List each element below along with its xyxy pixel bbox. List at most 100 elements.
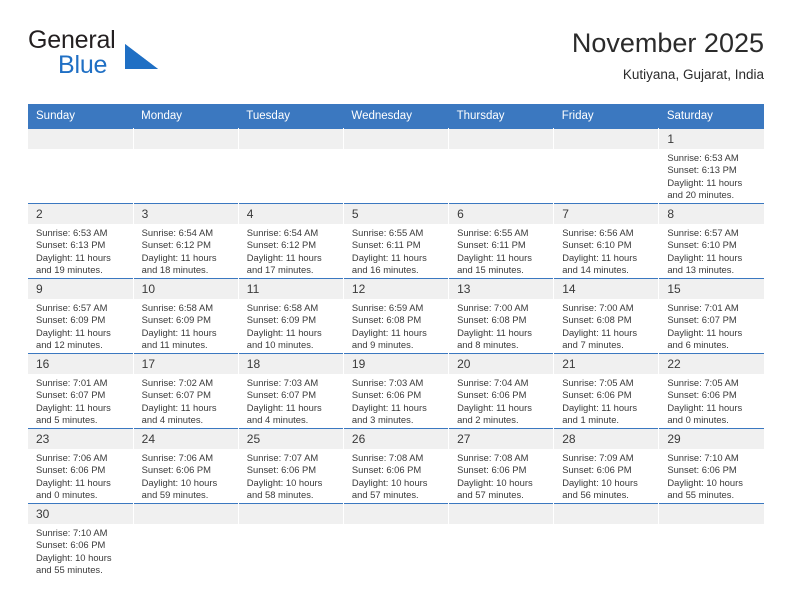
sunrise-text: Sunrise: 6:57 AM	[667, 227, 739, 238]
day-sun-info: Sunrise: 6:55 AM Sunset: 6:11 PM Daylight:…	[344, 224, 448, 276]
calendar-day-cell[interactable]: 21 Sunrise: 7:05 AM Sunset: 6:06 PM Dayligh…	[553, 353, 659, 429]
sunset-text: Sunset: 6:13 PM	[667, 164, 737, 176]
daylight-text-line2: and 57 minutes.	[351, 488, 419, 500]
daylight-text-line2: and 0 minutes.	[667, 413, 729, 425]
daylight-text-line2: and 16 minutes.	[351, 263, 419, 275]
daylight-text-line2: and 55 minutes.	[36, 563, 103, 575]
calendar-day-cell[interactable]: 16 Sunrise: 7:01 AM Sunset: 6:07 PM Dayligh…	[28, 353, 134, 429]
calendar-day-cell[interactable]: 22 Sunrise: 7:05 AM Sunset: 6:06 PM Dayligh…	[658, 353, 764, 429]
sunrise-text: Sunrise: 7:00 AM	[457, 302, 529, 313]
calendar-day-cell[interactable]: 3 Sunrise: 6:54 AM Sunset: 6:12 PM Daylight…	[132, 203, 239, 279]
calendar-day-cell-empty	[237, 503, 344, 578]
calendar-day-cell[interactable]: 30 Sunrise: 7:10 AM Sunset: 6:06 PM Dayligh…	[28, 503, 134, 578]
daylight-text-line2: and 7 minutes.	[562, 338, 624, 350]
calendar-day-cell[interactable]: 4 Sunrise: 6:54 AM Sunset: 6:12 PM Daylight…	[237, 203, 344, 279]
weekday-header-row: Sunday Monday Tuesday Wednesday Thursday…	[28, 104, 764, 129]
sunrise-text: Sunrise: 7:10 AM	[667, 452, 739, 463]
calendar-day-cell[interactable]: 26 Sunrise: 7:08 AM Sunset: 6:06 PM Dayligh…	[342, 428, 449, 504]
daylight-text-line1: Daylight: 11 hours	[562, 251, 638, 263]
calendar-day-cell[interactable]: 10 Sunrise: 6:58 AM Sunset: 6:09 PM Dayligh…	[132, 278, 239, 354]
daylight-text-line2: and 20 minutes.	[667, 188, 735, 200]
day-number: 2	[28, 204, 133, 224]
calendar-week-row: 30 Sunrise: 7:10 AM Sunset: 6:06 PM Dayligh…	[28, 503, 764, 578]
daylight-text-line1: Daylight: 10 hours	[457, 476, 533, 488]
generalblue-logo[interactable]: General Blue	[28, 26, 158, 82]
calendar-day-cell[interactable]: 2 Sunrise: 6:53 AM Sunset: 6:13 PM Daylight…	[28, 203, 134, 279]
daylight-text-line2: and 5 minutes.	[36, 413, 98, 425]
day-number: 28	[554, 429, 659, 449]
calendar-day-cell[interactable]: 29 Sunrise: 7:10 AM Sunset: 6:06 PM Dayligh…	[658, 428, 764, 504]
calendar-day-cell[interactable]: 13 Sunrise: 7:00 AM Sunset: 6:08 PM Dayligh…	[448, 278, 554, 354]
day-sun-info: Sunrise: 7:08 AM Sunset: 6:06 PM Daylight:…	[449, 449, 553, 501]
calendar-day-cell[interactable]: 11 Sunrise: 6:58 AM Sunset: 6:09 PM Dayligh…	[237, 278, 344, 354]
daylight-text-line1: Daylight: 11 hours	[351, 401, 427, 413]
calendar-day-cell-empty	[448, 503, 554, 578]
day-number: 15	[659, 279, 764, 299]
daylight-text-line1: Daylight: 10 hours	[667, 476, 743, 488]
calendar-day-cell[interactable]: 18 Sunrise: 7:03 AM Sunset: 6:07 PM Dayligh…	[237, 353, 344, 429]
day-sun-info: Sunrise: 7:00 AM Sunset: 6:08 PM Daylight:…	[449, 299, 553, 351]
sunrise-text: Sunrise: 6:55 AM	[351, 227, 424, 238]
day-sun-info: Sunrise: 7:03 AM Sunset: 6:07 PM Daylight:…	[239, 374, 343, 426]
day-number: 11	[238, 279, 343, 299]
day-sun-info: Sunrise: 6:57 AM Sunset: 6:09 PM Daylight:…	[28, 299, 133, 351]
day-sun-info: Sunrise: 7:00 AM Sunset: 6:08 PM Daylight:…	[554, 299, 658, 351]
day-number	[28, 129, 133, 149]
day-sun-info: Sunrise: 6:53 AM Sunset: 6:13 PM Daylight:…	[659, 149, 764, 201]
daylight-text-line1: Daylight: 10 hours	[351, 476, 428, 488]
day-number	[343, 504, 449, 524]
day-sun-info: Sunrise: 7:10 AM Sunset: 6:06 PM Daylight:…	[659, 449, 764, 501]
calendar-day-cell[interactable]: 8 Sunrise: 6:57 AM Sunset: 6:10 PM Daylight…	[658, 203, 764, 279]
day-number: 10	[133, 279, 238, 299]
sunrise-text: Sunrise: 7:06 AM	[36, 452, 108, 463]
sunrise-text: Sunrise: 7:07 AM	[246, 452, 319, 463]
day-number: 26	[343, 429, 449, 449]
calendar-day-cell[interactable]: 24 Sunrise: 7:06 AM Sunset: 6:06 PM Dayligh…	[132, 428, 239, 504]
day-number	[133, 129, 238, 149]
sunrise-text: Sunrise: 7:01 AM	[667, 302, 739, 313]
calendar-day-cell[interactable]: 20 Sunrise: 7:04 AM Sunset: 6:06 PM Dayligh…	[448, 353, 554, 429]
daylight-text-line1: Daylight: 11 hours	[36, 476, 111, 488]
day-number: 20	[449, 354, 554, 374]
sunset-text: Sunset: 6:07 PM	[667, 314, 737, 326]
calendar-day-cell[interactable]: 14 Sunrise: 7:00 AM Sunset: 6:08 PM Dayligh…	[553, 278, 659, 354]
page-title: November 2025	[571, 28, 764, 58]
calendar-day-cell[interactable]: 25 Sunrise: 7:07 AM Sunset: 6:06 PM Dayligh…	[237, 428, 344, 504]
day-number: 7	[554, 204, 659, 224]
day-number: 17	[133, 354, 238, 374]
day-sun-info: Sunrise: 6:56 AM Sunset: 6:10 PM Daylight:…	[554, 224, 658, 276]
calendar-day-cell[interactable]: 1 Sunrise: 6:53 AM Sunset: 6:13 PM Daylight…	[658, 128, 764, 204]
sunset-text: Sunset: 6:12 PM	[246, 239, 317, 251]
daylight-text-line2: and 18 minutes.	[141, 263, 209, 275]
daylight-text-line1: Daylight: 10 hours	[246, 476, 323, 488]
daylight-text-line1: Daylight: 11 hours	[457, 251, 532, 263]
calendar-day-cell[interactable]: 15 Sunrise: 7:01 AM Sunset: 6:07 PM Dayligh…	[658, 278, 764, 354]
daylight-text-line2: and 8 minutes.	[457, 338, 519, 350]
calendar-day-cell[interactable]: 27 Sunrise: 7:08 AM Sunset: 6:06 PM Dayligh…	[448, 428, 554, 504]
calendar-day-cell[interactable]: 5 Sunrise: 6:55 AM Sunset: 6:11 PM Daylight…	[342, 203, 449, 279]
calendar-day-cell[interactable]: 7 Sunrise: 6:56 AM Sunset: 6:10 PM Daylight…	[553, 203, 659, 279]
day-number	[343, 129, 449, 149]
daylight-text-line2: and 15 minutes.	[457, 263, 524, 275]
calendar-day-cell[interactable]: 19 Sunrise: 7:03 AM Sunset: 6:06 PM Dayligh…	[342, 353, 449, 429]
calendar-day-cell[interactable]: 23 Sunrise: 7:06 AM Sunset: 6:06 PM Dayligh…	[28, 428, 134, 504]
calendar-day-cell[interactable]: 6 Sunrise: 6:55 AM Sunset: 6:11 PM Daylight…	[448, 203, 554, 279]
calendar-day-cell-empty	[342, 503, 449, 578]
sunrise-text: Sunrise: 6:58 AM	[141, 302, 214, 313]
day-sun-info: Sunrise: 7:07 AM Sunset: 6:06 PM Daylight:…	[239, 449, 343, 501]
sunrise-text: Sunrise: 6:54 AM	[246, 227, 319, 238]
calendar-day-cell[interactable]: 12 Sunrise: 6:59 AM Sunset: 6:08 PM Dayligh…	[342, 278, 449, 354]
sunset-text: Sunset: 6:07 PM	[36, 389, 106, 401]
day-sun-info: Sunrise: 7:08 AM Sunset: 6:06 PM Daylight:…	[344, 449, 448, 501]
sunrise-text: Sunrise: 7:02 AM	[141, 377, 214, 388]
sunset-text: Sunset: 6:13 PM	[36, 239, 106, 251]
daylight-text-line1: Daylight: 10 hours	[562, 476, 638, 488]
calendar-day-cell[interactable]: 9 Sunrise: 6:57 AM Sunset: 6:09 PM Daylight…	[28, 278, 134, 354]
calendar-day-cell[interactable]: 28 Sunrise: 7:09 AM Sunset: 6:06 PM Dayligh…	[553, 428, 659, 504]
calendar-day-cell[interactable]: 17 Sunrise: 7:02 AM Sunset: 6:07 PM Dayligh…	[132, 353, 239, 429]
day-number: 5	[343, 204, 449, 224]
day-sun-info: Sunrise: 7:02 AM Sunset: 6:07 PM Daylight:…	[134, 374, 238, 426]
calendar-day-cell-empty	[342, 128, 449, 204]
sunset-text: Sunset: 6:06 PM	[667, 464, 737, 476]
daylight-text-line2: and 14 minutes.	[562, 263, 629, 275]
